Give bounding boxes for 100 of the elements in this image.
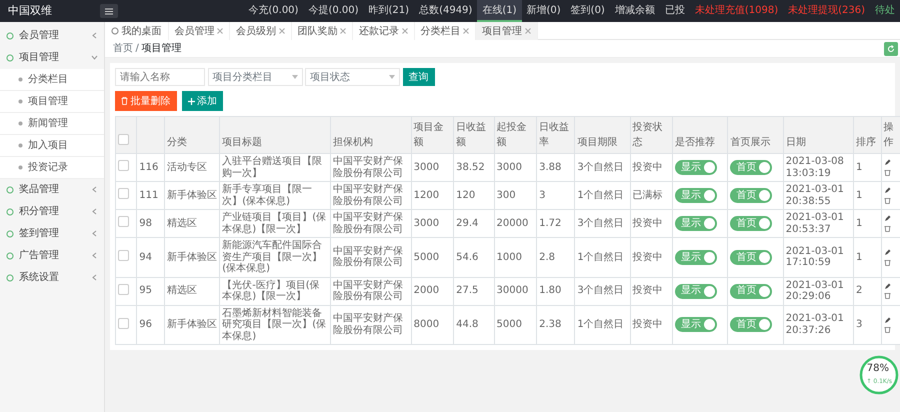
column-header: 担保机构 — [332, 137, 373, 148]
filter-select[interactable]: 项目分类栏目 — [208, 68, 302, 86]
top-nav-link[interactable]: 未处理提现(236) — [783, 0, 870, 22]
sidebar-item[interactable]: 项目管理 — [19, 50, 86, 65]
close-icon[interactable] — [278, 28, 284, 34]
add-button[interactable]: 添加 — [182, 91, 223, 111]
pencil-icon[interactable] — [884, 187, 891, 194]
row-checkbox[interactable] — [118, 284, 129, 295]
row-checkbox[interactable] — [118, 318, 129, 328]
row-checkbox[interactable] — [118, 160, 129, 172]
trash-icon[interactable] — [884, 292, 891, 300]
top-nav-link[interactable]: 待处 — [870, 0, 900, 22]
tab[interactable]: 我的桌面 — [105, 22, 168, 40]
trash-icon[interactable] — [884, 224, 891, 232]
table-cell: 1个自然日 — [577, 190, 624, 201]
top-nav-link[interactable]: 今提(0.00) — [303, 0, 364, 22]
name-input[interactable]: 请输入名称 — [115, 68, 205, 86]
top-nav-link[interactable]: 增减余额 — [610, 0, 660, 22]
table-cell: 44.8 — [456, 319, 478, 330]
close-icon[interactable] — [340, 28, 346, 34]
trash-icon[interactable] — [884, 326, 891, 333]
table-cell: 5000 — [414, 252, 440, 262]
table-cell: 1 — [856, 190, 862, 201]
table-cell: 石墨烯新材料智能装备研究项目【限一次】(保本保息) — [222, 308, 326, 342]
table-cell: 2.38 — [539, 319, 562, 330]
tab[interactable]: 还款记录 — [353, 22, 414, 40]
search-button[interactable]: 查询 — [402, 68, 434, 86]
row-checkbox[interactable] — [118, 250, 129, 261]
sidebar-item[interactable]: 广告管理 — [19, 248, 86, 263]
table-cell: 新能源汽车配件国际合资生产项目【限一次】(保本保息) — [222, 240, 322, 274]
table-cell: 1个自然日 — [577, 252, 624, 262]
top-nav-link[interactable]: 在线(1) — [477, 0, 522, 22]
table-cell: 新手体验区 — [166, 252, 217, 262]
top-nav-link[interactable]: 今充(0.00) — [243, 0, 304, 22]
sidebar-item[interactable]: 积分管理 — [19, 204, 86, 219]
breadcrumb-link[interactable]: 首页 — [113, 41, 133, 56]
table-cell: 1 — [856, 218, 862, 229]
close-icon[interactable] — [217, 28, 223, 34]
pencil-icon[interactable] — [884, 249, 891, 256]
table-cell: 中国平安财产保险股份有限公司 — [332, 184, 403, 206]
sidebar-item[interactable]: 系统设置 — [19, 270, 86, 285]
sidebar-item[interactable]: 会员管理 — [19, 28, 86, 43]
trash-icon[interactable] — [884, 258, 891, 266]
dot-icon — [18, 142, 23, 148]
pencil-icon[interactable] — [884, 282, 891, 290]
filter-select[interactable]: 项目状态 — [305, 68, 400, 86]
column-header: 项目标题 — [222, 137, 262, 148]
column-header: 项目期限 — [577, 137, 618, 148]
dot-icon — [18, 164, 23, 170]
column-header: 项目金额 — [414, 122, 444, 148]
circle-icon — [6, 208, 14, 216]
table-cell: 投资中 — [632, 162, 663, 173]
top-nav-link[interactable]: 新增(0) — [522, 0, 566, 22]
table-cell: 2021-03-01 20:29:06 — [786, 280, 844, 302]
top-nav-link[interactable]: 昨到(21) — [364, 0, 414, 22]
tab[interactable]: 分类栏目 — [414, 22, 476, 40]
trash-icon[interactable] — [884, 196, 891, 204]
table-cell: 98 — [139, 218, 152, 229]
table-cell: 116 — [139, 162, 158, 173]
tab[interactable]: 项目管理 — [476, 22, 538, 40]
breadcrumb-separator: / — [136, 42, 139, 56]
table-cell: 96 — [139, 319, 152, 330]
top-nav-link[interactable]: 总数(4949) — [414, 0, 478, 22]
row-checkbox[interactable] — [118, 188, 129, 200]
trash-icon[interactable] — [884, 168, 891, 176]
column-header: 是否推荐 — [675, 137, 716, 148]
tab[interactable]: 会员级别 — [230, 22, 292, 40]
tab[interactable]: 会员管理 — [168, 22, 230, 40]
refresh-button[interactable] — [884, 42, 898, 56]
table-cell: 精选区 — [166, 285, 197, 296]
close-icon[interactable] — [402, 28, 408, 34]
table-cell: 中国平安财产保险股份有限公司 — [332, 280, 403, 302]
top-nav-link[interactable]: 未处理充值(1098) — [690, 0, 784, 22]
sidebar-item[interactable]: 签到管理 — [19, 226, 86, 241]
dot-icon — [18, 98, 23, 104]
caret-down-icon — [292, 75, 298, 79]
close-icon[interactable] — [463, 28, 469, 34]
circle-icon — [111, 27, 119, 35]
tab[interactable]: 团队奖励 — [292, 22, 353, 40]
column-header: 排序 — [856, 137, 876, 148]
table-cell: 【光伏-医疗】项目(保本保息)【限一次】 — [222, 280, 320, 302]
row-checkbox[interactable] — [118, 216, 129, 228]
pencil-icon[interactable] — [884, 316, 891, 324]
top-nav-link[interactable]: 签到(0) — [566, 0, 610, 22]
table-cell: 54.6 — [456, 252, 478, 262]
pencil-icon[interactable] — [884, 159, 891, 166]
table-cell: 94 — [139, 252, 152, 262]
circle-icon — [6, 32, 14, 40]
select-all-checkbox[interactable] — [118, 134, 129, 145]
sidebar-item[interactable]: 奖品管理 — [19, 182, 86, 197]
menu-button[interactable] — [100, 4, 118, 18]
column-header: 分类 — [166, 137, 187, 148]
close-icon[interactable] — [524, 28, 530, 34]
table-cell: 3个自然日 — [577, 218, 624, 229]
column-header: 首页展示 — [730, 137, 770, 148]
top-nav-link[interactable]: 已投 — [660, 0, 690, 22]
table-cell: 3000 — [414, 162, 440, 173]
table-cell: 3 — [856, 319, 862, 330]
pencil-icon[interactable] — [884, 215, 891, 222]
table-cell: 38.52 — [456, 162, 485, 173]
